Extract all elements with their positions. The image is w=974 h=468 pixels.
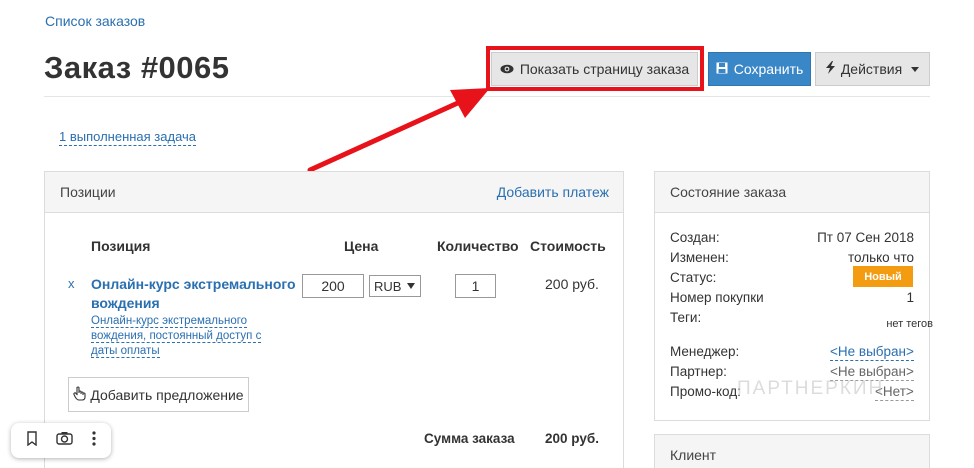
tags-label: Теги: <box>670 310 702 325</box>
promo-code-label: Промо-код: <box>670 384 741 399</box>
positions-panel-header: Позиции Добавить платеж <box>45 172 623 213</box>
quantity-input[interactable]: 1 <box>455 274 496 298</box>
add-offer-button[interactable]: Добавить предложение <box>68 377 249 412</box>
column-header-price: Цена <box>344 238 379 254</box>
chevron-down-icon <box>911 66 920 72</box>
page-title: Заказ #0065 <box>44 50 230 85</box>
product-description-text: Онлайн-курс экстремального вождения, пос… <box>91 315 262 358</box>
camera-icon[interactable] <box>56 431 74 450</box>
actions-label: Действия <box>840 61 903 77</box>
add-payment-link[interactable]: Добавить платеж <box>497 184 609 200</box>
column-header-position: Позиция <box>91 238 151 254</box>
manager-label: Менеджер: <box>670 344 740 359</box>
save-label: Сохранить <box>733 61 804 77</box>
product-description[interactable]: Онлайн-курс экстремального вождения, пос… <box>91 314 271 359</box>
currency-select[interactable]: RUB <box>369 275 421 297</box>
tags-value[interactable]: нет тегов <box>886 318 933 330</box>
partner-label: Партнер: <box>670 364 727 379</box>
remove-item-button[interactable]: x <box>68 276 75 291</box>
floating-toolbar <box>11 423 111 458</box>
bookmark-icon[interactable] <box>26 430 38 451</box>
breadcrumb[interactable]: Список заказов <box>45 13 145 29</box>
bolt-icon <box>825 61 835 77</box>
actions-dropdown-button[interactable]: Действия <box>815 52 930 86</box>
column-header-quantity: Количество <box>437 238 519 254</box>
add-offer-label: Добавить предложение <box>90 386 244 403</box>
arrow-annotation <box>307 88 490 173</box>
changed-label: Изменен: <box>670 250 729 265</box>
more-vertical-icon[interactable] <box>92 430 96 451</box>
watermark: ПАРТНЕРКИН <box>737 378 885 399</box>
purchase-number-value: 1 <box>906 290 914 305</box>
item-cost: 200 руб. <box>545 276 599 292</box>
manager-select-link[interactable]: <Не выбран> <box>830 344 914 361</box>
completed-tasks-link[interactable]: 1 выполненная задача <box>59 129 197 146</box>
created-label: Создан: <box>670 230 720 245</box>
order-state-panel-header: Состояние заказа <box>655 172 929 213</box>
hand-pointer-icon <box>73 385 86 404</box>
floppy-icon <box>716 61 728 77</box>
save-button[interactable]: Сохранить <box>708 52 811 86</box>
column-header-cost: Стоимость <box>530 238 606 254</box>
order-total-label: Сумма заказа <box>424 431 515 446</box>
positions-panel-title: Позиции <box>60 184 116 200</box>
client-panel-title: Клиент <box>670 447 717 463</box>
created-value: Пт 07 Сен 2018 <box>817 230 914 245</box>
chevron-down-icon <box>407 283 416 289</box>
highlight-frame <box>486 46 704 91</box>
purchase-number-label: Номер покупки <box>670 290 764 305</box>
order-state-title: Состояние заказа <box>670 184 787 200</box>
status-badge[interactable]: Новый <box>853 266 913 287</box>
order-total-value: 200 руб. <box>545 431 599 446</box>
client-panel: Клиент <box>654 434 930 468</box>
changed-value: только что <box>847 250 914 265</box>
status-label: Статус: <box>670 270 717 285</box>
currency-select-value: RUB <box>374 278 402 294</box>
price-input[interactable]: 200 <box>302 274 364 298</box>
client-panel-header: Клиент <box>655 435 929 468</box>
product-name-link[interactable]: Онлайн-курс экстремального вождения <box>91 275 296 313</box>
